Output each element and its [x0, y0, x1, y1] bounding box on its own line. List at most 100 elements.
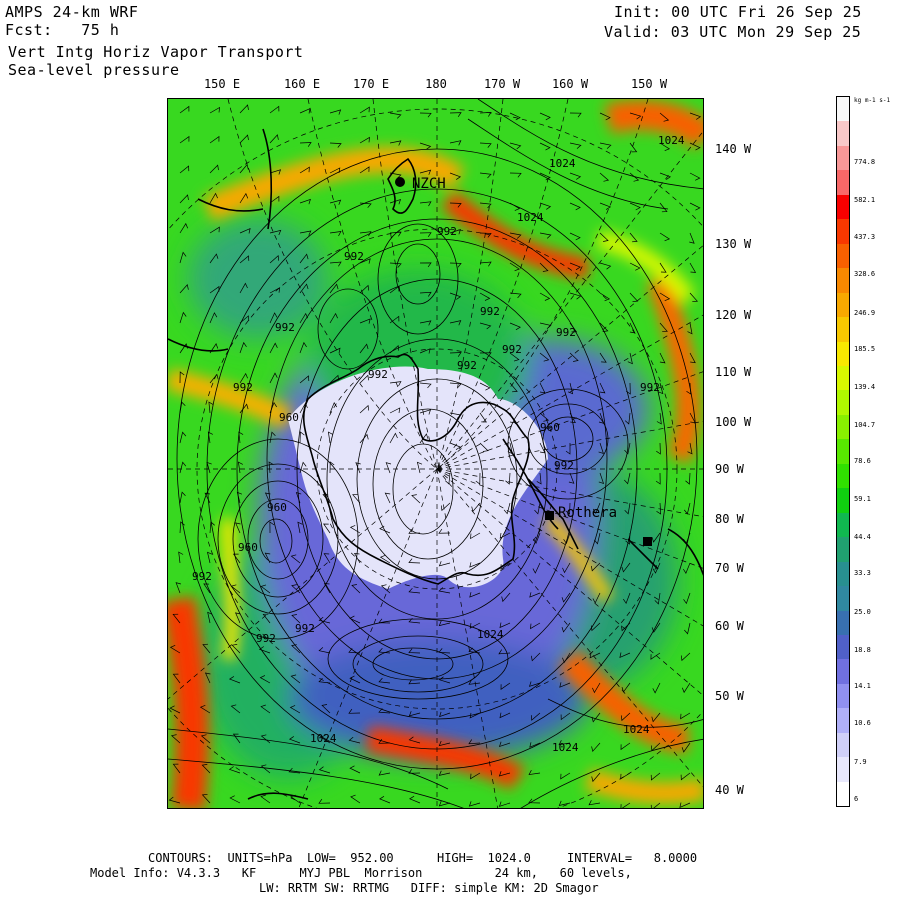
forecast-label: Fcst: 75 h	[5, 22, 119, 39]
contour-info: CONTOURS: UNITS=hPa LOW= 952.00 HIGH= 10…	[148, 851, 698, 865]
init-time: Init: 00 UTC Fri 26 Sep 25	[614, 3, 862, 21]
colorbar-unit: kg m-1 s-1	[854, 97, 891, 104]
contour-label: 960	[267, 501, 287, 514]
colorbar-tick-label: 582.1	[854, 196, 876, 204]
contour-label: 992	[275, 321, 295, 334]
colorbar-segment	[837, 683, 849, 709]
forecast-hours: 75 h	[81, 21, 120, 39]
contour-label: 992	[640, 381, 660, 394]
colorbar-segment	[837, 145, 849, 171]
lat-label: 80 W	[715, 512, 744, 526]
map-canvas: NZCH Rothera 1024 1024 1024 992 992 992 …	[168, 99, 703, 808]
colorbar-tick-label: 18.8	[854, 646, 871, 654]
colorbar-segment	[837, 757, 849, 782]
contour-label: 1024	[517, 211, 544, 224]
colorbar-segment	[837, 634, 849, 660]
contour-label: 1024	[310, 732, 337, 745]
contour-label: 1024	[477, 628, 504, 641]
field-title: Vert Intg Horiz Vapor Transport	[8, 43, 304, 61]
colorbar-segment	[837, 708, 849, 733]
contour-label: 992	[344, 250, 364, 263]
colorbar-segment	[837, 341, 849, 366]
forecast-label-text: Fcst:	[5, 21, 53, 39]
colorbar-tick-label: 104.7	[854, 421, 876, 429]
colorbar-segment	[837, 414, 849, 440]
colorbar-segment	[837, 121, 849, 146]
lon-label: 150 W	[630, 77, 668, 91]
physics-info: LW: RRTM SW: RRTMG DIFF: simple KM: 2D S…	[259, 881, 599, 895]
lat-label: 100 W	[715, 415, 752, 429]
colorbar-segment	[837, 243, 849, 269]
colorbar-segment	[837, 488, 849, 513]
colorbar-segment	[837, 390, 849, 415]
model-info: Model Info: V4.3.3 KF MYJ PBL Morrison 2…	[90, 866, 632, 880]
lat-label: 120 W	[715, 308, 752, 322]
lat-label: 60 W	[715, 619, 744, 633]
contour-label: 1024	[552, 741, 579, 754]
colorbar-segment	[837, 365, 849, 391]
contour-label: 992	[480, 305, 500, 318]
contour-label: 1024	[658, 134, 685, 147]
contour-label: 992	[554, 459, 574, 472]
colorbar-tick-label: 185.5	[854, 345, 876, 353]
colorbar-tick-label: 139.4	[854, 383, 876, 391]
lat-label: 140 W	[715, 142, 752, 156]
colorbar-tick-label: 33.3	[854, 569, 871, 577]
lat-label: 50 W	[715, 689, 744, 703]
colorbar-segment	[837, 463, 849, 489]
lat-label: 70 W	[715, 561, 744, 575]
nzch-marker	[395, 177, 405, 187]
lat-label: 40 W	[715, 783, 744, 797]
rothera-label: Rothera	[558, 505, 617, 521]
colorbar-segment	[837, 537, 849, 562]
lon-label: 180	[425, 77, 447, 91]
field-subtitle: Sea-level pressure	[8, 61, 180, 79]
contour-label: 992	[256, 632, 276, 645]
contour-label: 992	[192, 570, 212, 583]
contour-label: 992	[295, 622, 315, 635]
colorbar-segment	[837, 732, 849, 758]
lat-label: 90 W	[715, 462, 744, 476]
colorbar-segment	[837, 439, 849, 464]
station-marker	[643, 537, 652, 546]
colorbar-tick-label: 246.9	[854, 309, 876, 317]
colorbar-tick-label: 14.1	[854, 682, 871, 690]
nzch-label: NZCH	[412, 176, 446, 192]
colorbar-segment	[837, 561, 849, 587]
lon-label: 160 W	[551, 77, 589, 91]
contour-label: 992	[556, 326, 576, 339]
contour-label: 960	[279, 411, 299, 424]
colorbar-segment	[837, 194, 849, 220]
colorbar-tick-label: 44.4	[854, 533, 871, 541]
colorbar-segment	[837, 170, 849, 195]
colorbar-tick-label: 437.3	[854, 233, 876, 241]
map-panel: NZCH Rothera 1024 1024 1024 992 992 992 …	[167, 98, 704, 809]
valid-time: Valid: 03 UTC Mon 29 Sep 25	[604, 23, 862, 41]
colorbar-tick-label: 25.0	[854, 608, 871, 616]
colorbar-tick-label: 328.6	[854, 270, 876, 278]
lat-label: 130 W	[715, 237, 752, 251]
contour-label: 960	[238, 541, 258, 554]
colorbar-tick-label: 78.6	[854, 457, 871, 465]
contour-label: 992	[457, 359, 477, 372]
contour-label: 992	[437, 225, 457, 238]
lon-label: 160 E	[283, 77, 321, 91]
colorbar	[836, 96, 850, 807]
colorbar-segment	[837, 586, 849, 611]
lon-label: 150 E	[203, 77, 241, 91]
colorbar-segment	[837, 97, 849, 122]
model-title: AMPS 24-km WRF	[5, 3, 139, 21]
colorbar-segment	[837, 317, 849, 342]
rothera-marker	[545, 511, 554, 520]
colorbar-tick-label: 10.6	[854, 719, 871, 727]
colorbar-segment	[837, 512, 849, 538]
colorbar-segment	[837, 659, 849, 684]
colorbar-tick-label: 774.8	[854, 158, 876, 166]
contour-label: 992	[502, 343, 522, 356]
contour-label: 1024	[623, 723, 650, 736]
contour-label: 992	[368, 368, 388, 381]
colorbar-tick-label: 6	[854, 795, 859, 803]
colorbar-tick-label: 59.1	[854, 495, 871, 503]
contour-label: 960	[540, 421, 560, 434]
colorbar-segment	[837, 292, 849, 318]
